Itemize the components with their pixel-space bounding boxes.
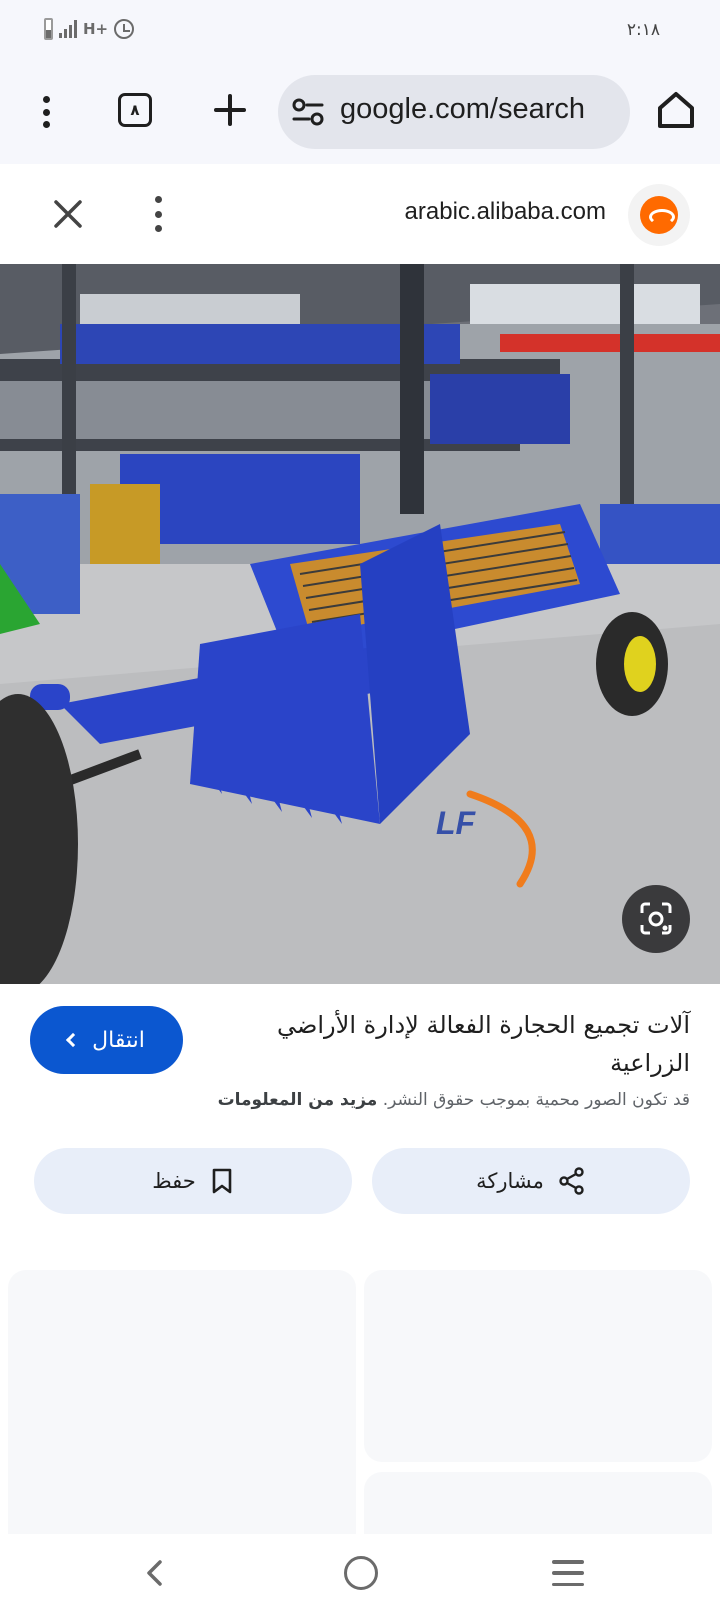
- alarm-icon: [114, 19, 135, 39]
- recent-apps-icon[interactable]: [552, 1560, 584, 1586]
- status-icons: H+: [44, 18, 135, 40]
- watermark: LF: [436, 805, 477, 841]
- tab-switcher-button[interactable]: ٨: [118, 93, 152, 127]
- bookmark-icon: [212, 1168, 232, 1194]
- result-info: آلات تجميع الحجارة الفعالة لإدارة الأراض…: [0, 984, 720, 1214]
- alibaba-logo-icon[interactable]: [628, 184, 690, 246]
- browser-menu-button[interactable]: [26, 90, 66, 134]
- share-label: مشاركة: [476, 1169, 544, 1193]
- new-tab-button[interactable]: [210, 90, 250, 130]
- save-button[interactable]: حفظ: [34, 1148, 352, 1214]
- visit-label: انتقال: [92, 1027, 145, 1053]
- result-title[interactable]: آلات تجميع الحجارة الفعالة لإدارة الأراض…: [220, 1006, 690, 1082]
- site-settings-icon[interactable]: [292, 97, 324, 127]
- home-icon[interactable]: [654, 88, 698, 132]
- chevron-left-icon: [66, 1032, 81, 1048]
- lens-icon: [640, 902, 672, 935]
- copyright-notice: قد تكون الصور محمية بموجب حقوق النشر. مز…: [218, 1090, 690, 1110]
- source-domain[interactable]: arabic.alibaba.com: [405, 198, 606, 226]
- more-options-button[interactable]: [148, 192, 168, 236]
- google-lens-button[interactable]: [622, 885, 690, 953]
- battery-icon: [44, 18, 53, 40]
- close-icon[interactable]: [50, 196, 86, 232]
- address-bar[interactable]: google.com/search: [278, 75, 630, 149]
- visit-button[interactable]: انتقال: [30, 1006, 183, 1074]
- result-image[interactable]: LF: [0, 264, 720, 984]
- copyright-text: قد تكون الصور محمية بموجب حقوق النشر.: [382, 1090, 690, 1110]
- share-button[interactable]: مشاركة: [372, 1148, 690, 1214]
- back-icon[interactable]: [140, 1558, 170, 1588]
- related-result-card[interactable]: [8, 1270, 356, 1570]
- system-navigation-bar: [0, 1534, 720, 1612]
- url-text[interactable]: google.com/search: [340, 93, 585, 126]
- image-source-bar: arabic.alibaba.com: [0, 164, 720, 264]
- related-result-card[interactable]: [364, 1270, 712, 1462]
- network-type: H+: [83, 20, 109, 38]
- status-bar: H+ ٢:١٨: [0, 0, 720, 60]
- status-time: ٢:١٨: [626, 20, 660, 40]
- browser-toolbar: ٨ google.com/search: [0, 60, 720, 164]
- share-icon: [559, 1167, 584, 1195]
- harvester-photo: LF: [0, 264, 720, 984]
- home-nav-icon[interactable]: [344, 1556, 378, 1590]
- more-info-link[interactable]: مزيد من المعلومات: [218, 1090, 378, 1110]
- save-label: حفظ: [152, 1169, 196, 1193]
- signal-icon: [59, 20, 77, 38]
